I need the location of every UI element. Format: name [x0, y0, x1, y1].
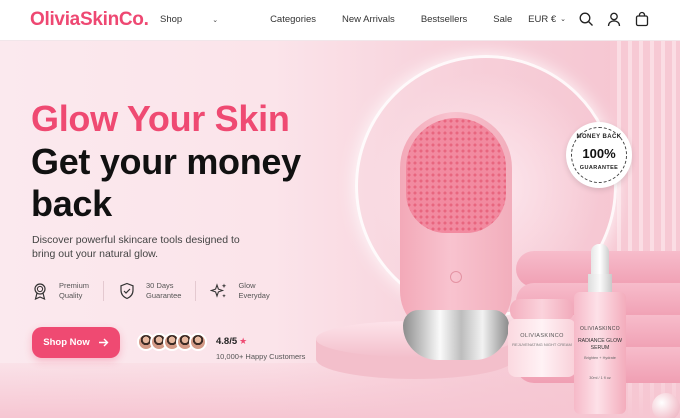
dropper-neck — [588, 274, 612, 294]
nav-item-sale[interactable]: Sale — [493, 14, 512, 25]
sparkles-icon — [210, 283, 227, 298]
night-cream-jar-image: OLIVIASKINCO REJUVENATING NIGHT CREAM — [508, 299, 576, 377]
jar-brand: OLIVIASKINCO — [520, 333, 564, 339]
badge-bottom-text: GUARANTEE — [579, 165, 619, 171]
headline-accent: Glow Your Skin — [31, 98, 290, 139]
cleansing-device-image — [400, 112, 512, 380]
main-menu: Shop ⌄ Categories New Arrivals Bestseller… — [160, 14, 538, 25]
search-icon[interactable] — [578, 11, 594, 27]
currency-label: EUR € — [528, 13, 557, 25]
feature-glow: Glow Everyday — [210, 281, 283, 301]
chevron-down-icon: ⌄ — [212, 16, 219, 24]
rating-summary: 4.8/5 ★ 10,000+ Happy Customers — [216, 331, 305, 361]
feature-line1: 30 Days — [146, 281, 174, 290]
feature-premium-quality: Premium Quality — [31, 281, 105, 301]
star-icon: ★ — [239, 336, 248, 346]
serum-subtitle: Brighten + Hydrate — [584, 356, 616, 360]
customer-avatars — [137, 333, 207, 351]
pearl-decoration — [652, 393, 680, 418]
badge-percent: 100% — [582, 146, 616, 161]
feature-line1: Premium — [59, 281, 90, 290]
nav-item-bestsellers[interactable]: Bestsellers — [421, 14, 467, 25]
cart-icon[interactable] — [634, 11, 650, 27]
award-icon — [34, 283, 46, 300]
device-bristles — [406, 118, 506, 233]
device-chrome-base — [403, 310, 509, 360]
hero-description: Discover powerful skincare tools designe… — [32, 234, 240, 260]
serum-body: OLIVIASKINCO RADIANCE GLOW SERUM Brighte… — [574, 292, 626, 414]
serum-bottle-image: OLIVIASKINCO RADIANCE GLOW SERUM Brighte… — [574, 244, 626, 414]
shop-now-label: Shop Now — [43, 337, 90, 348]
power-icon — [450, 271, 462, 283]
chevron-down-icon: ⌄ — [560, 16, 566, 23]
serum-product-name: RADIANCE GLOW SERUM — [577, 338, 623, 351]
nav-item-new-arrivals[interactable]: New Arrivals — [342, 14, 395, 25]
serum-brand: OLIVIASKINCO — [579, 326, 621, 332]
serum-volume: 30ml / 1 fl oz — [589, 376, 611, 380]
feature-line2: Quality — [59, 291, 83, 300]
feature-line1: Glow — [238, 281, 256, 290]
hero-section: OLIVIASKINCO REJUVENATING NIGHT CREAM OL… — [0, 41, 680, 418]
money-back-badge: MONEY BACK 100% GUARANTEE — [566, 122, 632, 188]
customer-count: 10,000+ Happy Customers — [216, 352, 306, 361]
feature-list: Premium Quality 30 Days Guarantee Glow Ever… — [31, 281, 298, 301]
nav-actions: EUR € ⌄ — [528, 11, 650, 27]
nav-item-categories[interactable]: Categories — [270, 14, 316, 25]
feature-guarantee: 30 Days Guarantee — [118, 281, 197, 301]
feature-line2: Guarantee — [146, 291, 182, 300]
brand-logo[interactable]: OliviaSkinCo. — [30, 9, 149, 31]
arrow-right-icon — [98, 338, 109, 347]
currency-selector[interactable]: EUR € ⌄ — [528, 14, 566, 25]
avatar — [189, 333, 207, 351]
headline-main: Get your money back — [31, 141, 301, 224]
shield-check-icon — [120, 282, 134, 300]
dropper-cap — [591, 244, 609, 276]
shop-now-button[interactable]: Shop Now — [32, 327, 120, 358]
jar-product-name: REJUVENATING NIGHT CREAM — [512, 342, 572, 347]
jar-lid — [510, 299, 574, 321]
nav-item-shop[interactable]: Shop ⌄ — [160, 14, 244, 25]
badge-top-text: MONEY BACK — [576, 134, 622, 140]
nav-item-label: Shop — [160, 14, 183, 25]
jar-body: OLIVIASKINCO REJUVENATING NIGHT CREAM — [508, 319, 576, 377]
rating-score: 4.8/5 — [216, 336, 238, 347]
top-navbar: OliviaSkinCo. Shop ⌄ Categories New Arriv… — [0, 0, 680, 41]
feature-line2: Everyday — [238, 291, 270, 300]
user-icon[interactable] — [606, 11, 622, 27]
